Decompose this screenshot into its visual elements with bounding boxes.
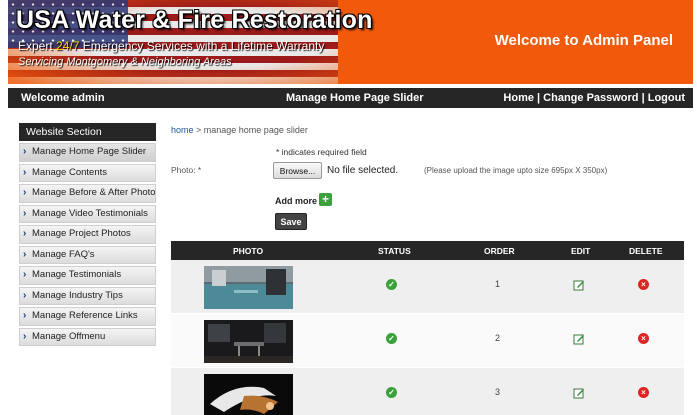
status-active-icon[interactable]: ✓ bbox=[386, 333, 397, 344]
chevron-right-icon: › bbox=[23, 289, 27, 301]
service-area-text: Servicing Montgomery & Neighboring Areas bbox=[18, 56, 232, 68]
admin-page: USA Water & Fire Restoration Expert 24/7… bbox=[0, 0, 697, 415]
col-order: ORDER bbox=[484, 246, 515, 256]
chevron-right-icon: › bbox=[23, 187, 27, 198]
photo-label: Photo: * bbox=[171, 165, 202, 175]
table-row: ✓ 3 × bbox=[171, 368, 684, 415]
col-status: STATUS bbox=[378, 246, 411, 256]
col-delete: DELETE bbox=[629, 246, 663, 256]
table-header: PHOTO STATUS ORDER EDIT DELETE bbox=[171, 241, 684, 260]
logout-link[interactable]: Logout bbox=[648, 92, 685, 104]
sidebar-item-project-photos[interactable]: › Manage Project Photos bbox=[19, 225, 156, 244]
status-active-icon[interactable]: ✓ bbox=[386, 279, 397, 290]
save-button[interactable]: Save bbox=[275, 213, 307, 230]
top-navbar: Welcome admin Manage Home Page Slider Ho… bbox=[8, 88, 693, 108]
breadcrumb: home > manage home page slider bbox=[171, 125, 308, 135]
sidebar-item-reference-links[interactable]: › Manage Reference Links bbox=[19, 307, 156, 326]
slider-thumbnail bbox=[204, 266, 293, 309]
breadcrumb-home-link[interactable]: home bbox=[171, 125, 194, 135]
delete-icon[interactable]: × bbox=[638, 333, 649, 344]
site-header: USA Water & Fire Restoration Expert 24/7… bbox=[8, 0, 693, 84]
file-status: No file selected. bbox=[327, 165, 399, 176]
required-note: * indicates required field bbox=[276, 147, 367, 157]
add-more-label: Add more bbox=[275, 196, 318, 206]
col-edit: EDIT bbox=[571, 246, 591, 256]
col-photo: PHOTO bbox=[233, 246, 264, 256]
nav-links: Home | Change Password | Logout bbox=[503, 92, 685, 104]
upload-hint: (Please upload the image upto size 695px… bbox=[424, 166, 608, 175]
tagline: Expert 24/7 Emergency Services with a Li… bbox=[18, 39, 325, 53]
sidebar-item-before-after-photos[interactable]: › Manage Before & After Photos bbox=[19, 184, 156, 203]
chevron-right-icon: › bbox=[23, 269, 27, 280]
slider-thumbnail bbox=[204, 374, 293, 415]
edit-icon[interactable] bbox=[573, 386, 585, 399]
page-title: Manage Home Page Slider bbox=[286, 92, 424, 104]
order-value: 1 bbox=[495, 279, 501, 289]
slider-table: PHOTO STATUS ORDER EDIT DELETE ✓ 1 × ✓ 2… bbox=[171, 241, 684, 415]
table-row: ✓ 1 × bbox=[171, 260, 684, 314]
add-more-plus-icon[interactable]: + bbox=[319, 193, 332, 206]
sidebar-item-offmenu[interactable]: › Manage Offmenu bbox=[19, 327, 156, 346]
brand-logo-text: USA Water & Fire Restoration bbox=[16, 6, 373, 34]
sidebar-item-video-testimonials[interactable]: › Manage Video Testimonials bbox=[19, 204, 156, 223]
sidebar-item-faqs[interactable]: › Manage FAQ's bbox=[19, 245, 156, 264]
welcome-user: Welcome admin bbox=[21, 92, 105, 104]
panel-title: Welcome to Admin Panel bbox=[494, 32, 673, 49]
chevron-right-icon: › bbox=[23, 248, 27, 260]
order-value: 2 bbox=[495, 333, 501, 343]
chevron-right-icon: › bbox=[23, 228, 27, 239]
chevron-right-icon: › bbox=[23, 330, 27, 342]
chevron-right-icon: › bbox=[23, 166, 27, 178]
edit-icon[interactable] bbox=[573, 332, 585, 345]
delete-icon[interactable]: × bbox=[638, 279, 649, 290]
sidebar-item-testimonials[interactable]: › Manage Testimonials bbox=[19, 266, 156, 285]
chevron-right-icon: › bbox=[23, 207, 27, 219]
sidebar-item-contents[interactable]: › Manage Contents bbox=[19, 163, 156, 182]
order-value: 3 bbox=[495, 387, 501, 397]
chevron-right-icon: › bbox=[23, 146, 27, 157]
sidebar-item-home-page-slider[interactable]: › Manage Home Page Slider bbox=[19, 143, 156, 162]
status-active-icon[interactable]: ✓ bbox=[386, 387, 397, 398]
change-password-link[interactable]: Change Password bbox=[543, 92, 638, 104]
sidebar-item-industry-tips[interactable]: › Manage Industry Tips bbox=[19, 286, 156, 305]
browse-button[interactable]: Browse... bbox=[273, 162, 322, 179]
sidebar: Website Section › Manage Home Page Slider… bbox=[19, 123, 156, 346]
home-link[interactable]: Home bbox=[503, 92, 534, 104]
chevron-right-icon: › bbox=[23, 310, 27, 321]
edit-icon[interactable] bbox=[573, 278, 585, 291]
delete-icon[interactable]: × bbox=[638, 387, 649, 398]
slider-thumbnail bbox=[204, 320, 293, 363]
table-row: ✓ 2 × bbox=[171, 314, 684, 368]
sidebar-heading: Website Section bbox=[19, 123, 156, 141]
